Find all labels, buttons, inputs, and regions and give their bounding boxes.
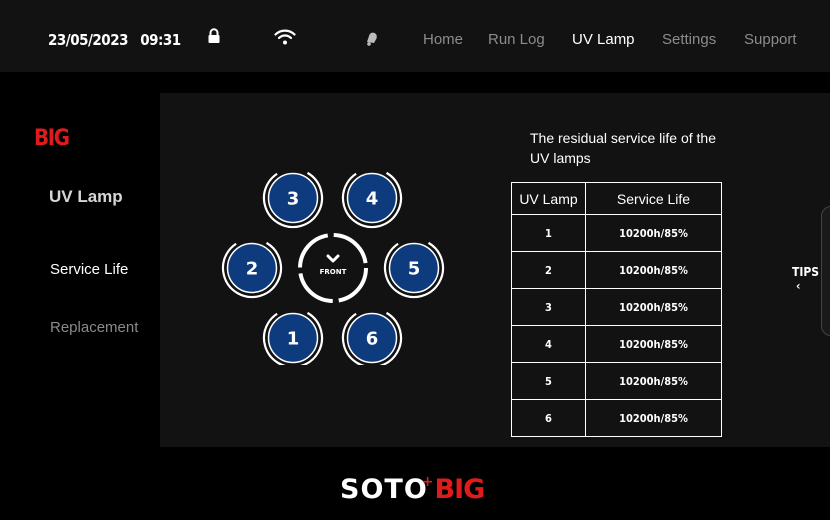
lamp-3-label: 3 [287, 189, 300, 210]
chevron-left-icon: ‹ [796, 279, 801, 293]
time: 09:31 [140, 31, 181, 49]
lamp-1[interactable]: 1 [252, 297, 334, 365]
header-service-life: Service Life [585, 182, 722, 215]
lamp-2-label: 2 [246, 259, 259, 280]
table-row: 3 10200h/85% [511, 288, 722, 326]
nav-support[interactable]: Support [744, 31, 797, 48]
nav-run-log[interactable]: Run Log [488, 31, 545, 48]
footer-brand-plus: + [421, 474, 434, 490]
lock-icon [208, 28, 220, 43]
service-life-value: 10200h/85% [585, 399, 722, 437]
lamp-2[interactable]: 2 [211, 227, 293, 309]
table-row: 4 10200h/85% [511, 325, 722, 363]
footer-brand-big: BIG [434, 474, 486, 505]
service-life-value: 10200h/85% [585, 325, 722, 363]
lamp-6[interactable]: 6 [331, 297, 413, 365]
sidebar-item-replacement[interactable]: Replacement [50, 319, 138, 336]
spacer [0, 72, 830, 93]
lamp-number: 6 [511, 399, 586, 437]
lamp-5[interactable]: 5 [373, 227, 450, 309]
service-life-table: UV Lamp Service Life 1 10200h/85% 2 1020… [511, 182, 722, 437]
date-time: 23/05/2023 09:31 [48, 31, 189, 49]
nav-settings[interactable]: Settings [662, 31, 716, 48]
lamp-1-label: 1 [287, 329, 300, 350]
service-life-value: 10200h/85% [585, 251, 722, 289]
front-indicator: FRONT [298, 233, 368, 303]
section-title: UV Lamp [49, 187, 123, 206]
lamp-6-label: 6 [366, 329, 379, 350]
header-uv-lamp: UV Lamp [511, 182, 586, 215]
lamp-number: 5 [511, 362, 586, 400]
lamp-number: 4 [511, 325, 586, 363]
lamp-number: 3 [511, 288, 586, 326]
lamp-5-label: 5 [408, 259, 421, 280]
tips-label: TIPS [792, 265, 820, 279]
lamp-number: 2 [511, 251, 586, 289]
nav-home[interactable]: Home [423, 31, 463, 48]
footer-logo: SOTO+BIG [340, 474, 486, 505]
tips-toggle[interactable]: TIPS ‹ [792, 265, 830, 293]
lamp-3[interactable]: 3 [252, 165, 334, 239]
lamp-number: 1 [511, 214, 586, 252]
bell-icon [367, 32, 377, 46]
service-life-value: 10200h/85% [585, 362, 722, 400]
date: 23/05/2023 [48, 31, 128, 49]
nav-uv-lamp[interactable]: UV Lamp [572, 31, 635, 48]
footer-brand-soto: SOTO [340, 474, 428, 505]
lamp-4[interactable]: 4 [331, 165, 413, 239]
chevron-down-icon [326, 254, 340, 263]
front-label: FRONT [320, 268, 347, 276]
service-life-value: 10200h/85% [585, 214, 722, 252]
lamp-diagram: 3 4 2 5 1 6 FRONT [211, 165, 450, 365]
service-life-value: 10200h/85% [585, 288, 722, 326]
brand-logo: BIG [34, 126, 70, 151]
lamp-4-label: 4 [366, 189, 379, 210]
table-row: 5 10200h/85% [511, 362, 722, 400]
table-row: 2 10200h/85% [511, 251, 722, 289]
table-description: The residual service life of the UV lamp… [530, 130, 716, 166]
table-row: 6 10200h/85% [511, 399, 722, 437]
sidebar-item-service-life[interactable]: Service Life [50, 261, 128, 278]
table-row: 1 10200h/85% [511, 214, 722, 252]
wifi-icon [274, 29, 296, 45]
